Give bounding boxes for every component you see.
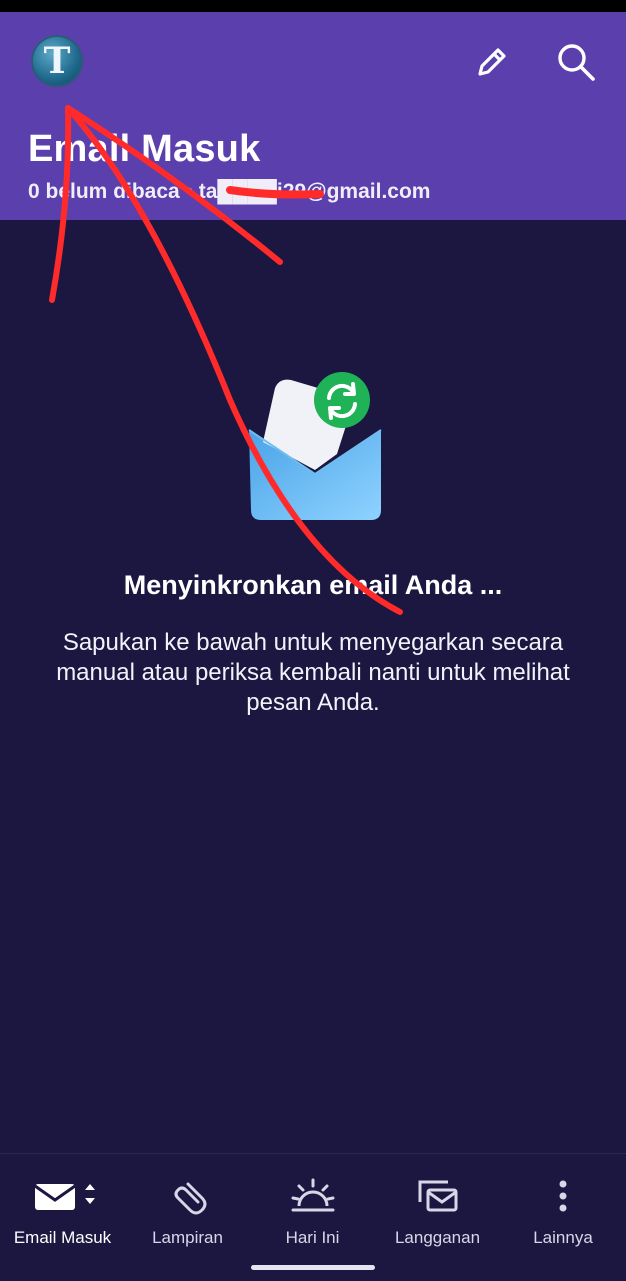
nav-item-lampiran[interactable]: Lampiran: [125, 1154, 250, 1254]
nav-label: Email Masuk: [13, 1228, 112, 1247]
sync-description: Sapukan ke bawah untuk menyegarkan secar…: [56, 629, 570, 716]
nav-label: Lainnya: [533, 1228, 593, 1247]
nav-label: Hari Ini: [285, 1228, 340, 1247]
status-bar: [0, 0, 626, 12]
pencil-icon: [478, 48, 506, 76]
mail-icon: [33, 1184, 95, 1210]
nav-label: Lampiran: [152, 1228, 223, 1247]
sunrise-icon: [291, 1178, 334, 1212]
avatar-letter: T: [43, 40, 71, 82]
search-button[interactable]: [554, 40, 598, 84]
nav-item-email-masuk[interactable]: Email Masuk: [0, 1154, 125, 1254]
account-avatar[interactable]: T: [31, 35, 83, 87]
nav-item-langganan[interactable]: Langganan: [375, 1154, 500, 1254]
paperclip-icon: [174, 1182, 206, 1215]
bottom-navigation: Email Masuk Lampiran Hari Ini Langganan …: [0, 1153, 626, 1281]
inbox-subtitle: 0 belum dibaca • ta████i29@gmail.com: [28, 180, 431, 203]
home-indicator: [251, 1265, 375, 1270]
search-icon: [558, 44, 595, 81]
nav-item-lainnya[interactable]: Lainnya: [500, 1154, 626, 1254]
more-vertical-icon: [559, 1180, 567, 1212]
nav-item-hari-ini[interactable]: Hari Ini: [250, 1154, 375, 1254]
envelope-sync-icon: [248, 372, 382, 520]
compose-button[interactable]: [470, 40, 514, 84]
sync-title: Menyinkronkan email Anda ...: [123, 570, 503, 600]
subscriptions-icon: [418, 1180, 457, 1212]
page-title: Email Masuk: [28, 128, 261, 170]
app-header: T Email Masuk 0 belum dibaca • ta████i29…: [0, 12, 626, 220]
nav-label: Langganan: [394, 1228, 481, 1247]
